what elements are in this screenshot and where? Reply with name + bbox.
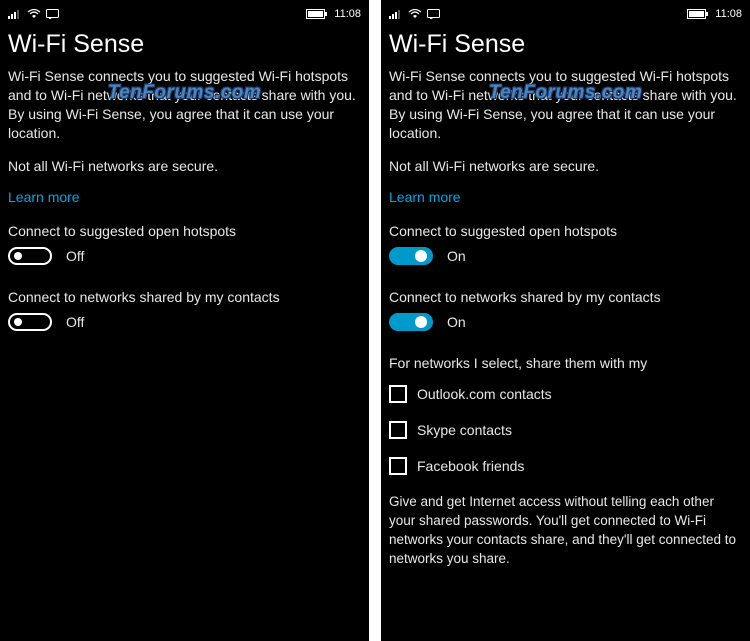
battery-icon [306, 9, 328, 19]
battery-icon [687, 9, 709, 19]
contacts-toggle[interactable] [8, 313, 52, 331]
share-heading: For networks I select, share them with m… [389, 355, 742, 371]
checkbox-row-outlook: Outlook.com contacts [389, 385, 742, 403]
phone-screen-left: 11:08 Wi-Fi Sense TenForums.com Wi-Fi Se… [0, 0, 369, 641]
message-icon [427, 9, 440, 19]
skype-checkbox-label: Skype contacts [417, 422, 512, 438]
learn-more-link[interactable]: Learn more [8, 189, 80, 205]
phone-screen-right: 11:08 Wi-Fi Sense TenForums.com Wi-Fi Se… [381, 0, 750, 641]
hotspots-state: On [447, 248, 466, 264]
hotspots-toggle[interactable] [389, 247, 433, 265]
wifi-icon [27, 9, 41, 19]
secure-note: Not all Wi-Fi networks are secure. [389, 157, 742, 176]
content-area: Wi-Fi Sense TenForums.com Wi-Fi Sense co… [389, 30, 742, 569]
outlook-checkbox-label: Outlook.com contacts [417, 386, 552, 402]
contacts-label: Connect to networks shared by my contact… [389, 289, 742, 305]
status-time: 11:08 [715, 8, 742, 20]
secure-note: Not all Wi-Fi networks are secure. [8, 157, 361, 176]
signal-icon [8, 9, 22, 19]
contacts-state: Off [66, 314, 84, 330]
facebook-checkbox[interactable] [389, 457, 407, 475]
hotspots-toggle[interactable] [8, 247, 52, 265]
intro-text: Wi-Fi Sense connects you to suggested Wi… [8, 67, 361, 143]
checkbox-row-facebook: Facebook friends [389, 457, 742, 475]
page-title: Wi-Fi Sense [8, 30, 361, 59]
page-title: Wi-Fi Sense [389, 30, 742, 59]
status-bar: 11:08 [389, 4, 742, 24]
signal-icon [389, 9, 403, 19]
hotspots-label: Connect to suggested open hotspots [8, 223, 361, 239]
intro-text: Wi-Fi Sense connects you to suggested Wi… [389, 67, 742, 143]
learn-more-link[interactable]: Learn more [389, 189, 461, 205]
checkbox-row-skype: Skype contacts [389, 421, 742, 439]
contacts-state: On [447, 314, 466, 330]
status-bar: 11:08 [8, 4, 361, 24]
skype-checkbox[interactable] [389, 421, 407, 439]
message-icon [46, 9, 59, 19]
facebook-checkbox-label: Facebook friends [417, 458, 524, 474]
info-text: Give and get Internet access without tel… [389, 493, 742, 569]
outlook-checkbox[interactable] [389, 385, 407, 403]
wifi-icon [408, 9, 422, 19]
content-area: Wi-Fi Sense TenForums.com Wi-Fi Sense co… [8, 30, 361, 331]
status-time: 11:08 [334, 8, 361, 20]
hotspots-state: Off [66, 248, 84, 264]
hotspots-label: Connect to suggested open hotspots [389, 223, 742, 239]
contacts-label: Connect to networks shared by my contact… [8, 289, 361, 305]
contacts-toggle[interactable] [389, 313, 433, 331]
